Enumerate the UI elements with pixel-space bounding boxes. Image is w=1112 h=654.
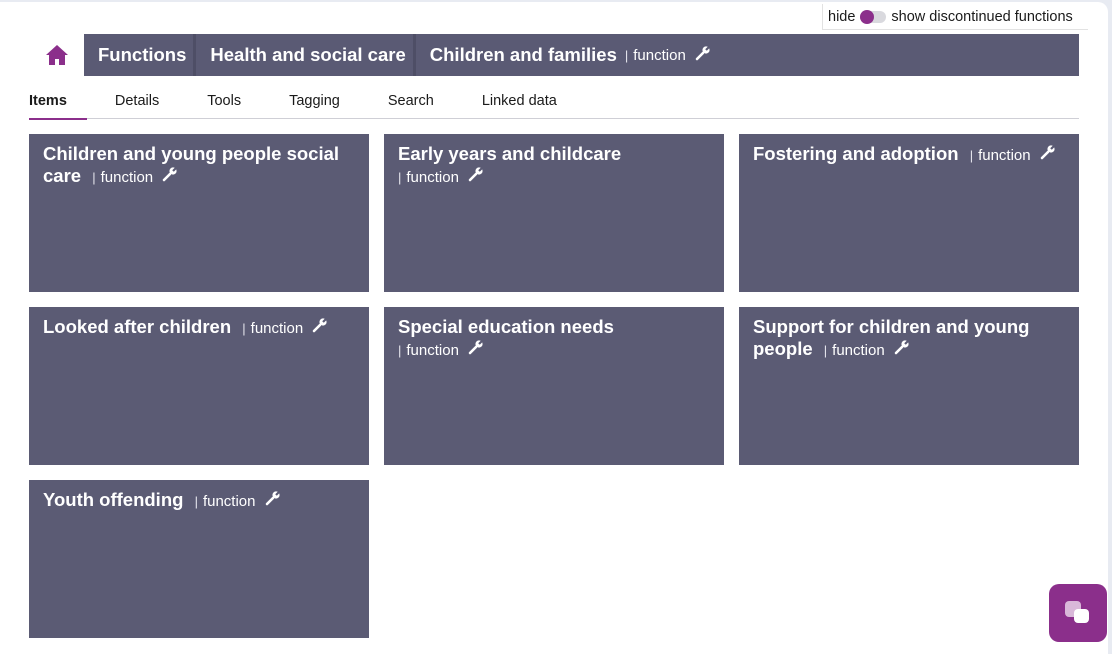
card-title: Special education needs xyxy=(398,316,614,337)
tab-linked-data[interactable]: Linked data xyxy=(482,84,557,119)
tab-details[interactable]: Details xyxy=(115,84,159,119)
breadcrumb-item-health-social-care[interactable]: Health and social care xyxy=(196,34,417,76)
home-icon xyxy=(45,45,68,65)
toggle-knob xyxy=(860,9,875,24)
card-type: function xyxy=(250,320,304,337)
page: hide show discontinued functions Functio… xyxy=(0,2,1108,654)
home-button[interactable] xyxy=(29,34,84,76)
card-title: Looked after children xyxy=(43,316,232,337)
tab-search[interactable]: Search xyxy=(388,84,434,119)
type-separator: | xyxy=(92,170,96,185)
wrench-icon[interactable] xyxy=(468,339,484,362)
tab-bar: Items Details Tools Tagging Search Linke… xyxy=(29,84,1079,120)
discontinued-toggle-switch[interactable] xyxy=(860,9,887,24)
breadcrumb-type: function xyxy=(633,46,686,64)
wrench-icon[interactable] xyxy=(265,490,281,513)
item-card[interactable]: Youth offending | function xyxy=(29,480,369,638)
discontinued-toggle-bar: hide show discontinued functions xyxy=(822,4,1088,30)
type-separator: | xyxy=(398,170,402,185)
tab-tagging[interactable]: Tagging xyxy=(289,84,340,119)
card-type: function xyxy=(406,169,459,186)
chat-button[interactable] xyxy=(1049,584,1107,642)
breadcrumb-item-children-families: Children and families | function xyxy=(416,34,721,76)
breadcrumb-label: Health and social care xyxy=(210,44,406,65)
type-separator: | xyxy=(194,494,198,509)
type-separator: | xyxy=(242,321,246,336)
toggle-show-label: show discontinued functions xyxy=(891,8,1073,25)
item-card[interactable]: Children and young people social care | f… xyxy=(29,134,369,292)
breadcrumb-label: Children and families xyxy=(429,44,617,65)
chat-icon xyxy=(1065,601,1089,623)
tab-tools[interactable]: Tools xyxy=(207,84,241,119)
card-title: Early years and childcare xyxy=(398,143,622,164)
card-type: function xyxy=(202,493,256,510)
item-card[interactable]: Looked after children | function xyxy=(29,307,369,465)
wrench-icon[interactable] xyxy=(312,317,328,340)
card-type: function xyxy=(832,342,885,359)
breadcrumb-item-functions[interactable]: Functions xyxy=(84,34,197,76)
breadcrumb: Functions Health and social care Childre… xyxy=(29,34,1079,76)
card-title: Youth offending xyxy=(43,489,184,510)
type-separator: | xyxy=(398,343,402,358)
toggle-hide-label: hide xyxy=(828,8,856,25)
type-separator: | xyxy=(823,343,828,358)
item-card[interactable]: Fostering and adoption | function xyxy=(739,134,1079,292)
card-type: function xyxy=(100,169,154,186)
wrench-icon[interactable] xyxy=(894,339,910,362)
card-type: function xyxy=(978,147,1031,164)
breadcrumb-trail: Functions Health and social care Childre… xyxy=(84,34,1079,76)
wrench-icon[interactable] xyxy=(162,166,178,189)
type-separator: | xyxy=(624,47,629,63)
card-type: function xyxy=(406,342,459,359)
item-card[interactable]: Special education needs | function xyxy=(384,307,724,465)
wrench-icon[interactable] xyxy=(695,44,711,66)
tab-items[interactable]: Items xyxy=(29,84,87,120)
card-title: Fostering and adoption xyxy=(753,143,959,164)
breadcrumb-label: Functions xyxy=(98,44,187,65)
wrench-icon[interactable] xyxy=(1040,144,1056,167)
type-separator: | xyxy=(969,148,974,163)
item-card[interactable]: Support for children and young people | f… xyxy=(739,307,1079,465)
item-card[interactable]: Early years and childcare | function xyxy=(384,134,724,292)
wrench-icon[interactable] xyxy=(468,166,484,189)
